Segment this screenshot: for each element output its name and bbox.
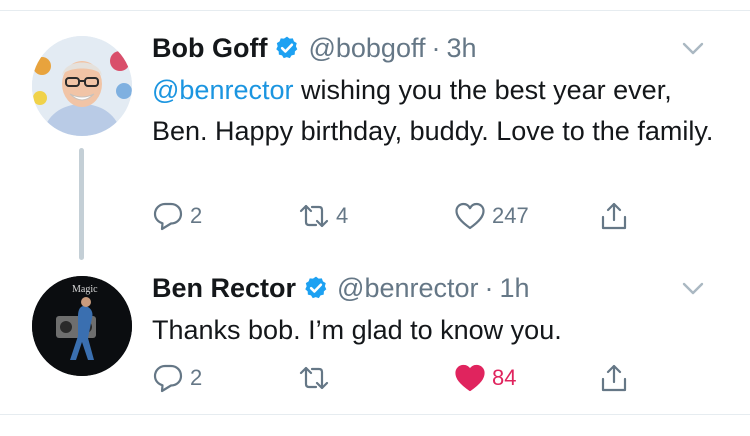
chevron-down-icon[interactable] [682,282,704,296]
timestamp[interactable]: 3h [446,33,476,64]
verified-badge-icon [305,276,327,299]
avatar-photo-icon [32,36,132,136]
action-bar: 2 4 247 [152,200,642,232]
author-handle[interactable]: @benrector [337,273,478,304]
thread-connector-line [79,148,84,260]
avatar-album-art-icon: Magic [32,276,132,376]
tweet-header: Bob Goff @bobgoff · 3h [152,28,732,68]
album-art-lettering: Magic [72,284,98,295]
tweet-header: Ben Rector @benrector · 1h [152,268,732,308]
retweet-count: 4 [336,203,349,228]
tweet-ben-rector[interactable]: Ben Rector @benrector · 1h Thanks bob. I… [152,268,732,393]
action-bar: 2 84 [152,362,642,394]
like-button[interactable]: 247 [454,200,529,232]
chevron-down-icon[interactable] [682,42,704,56]
retweet-button[interactable]: 4 [298,200,348,232]
author-handle[interactable]: @bobgoff [308,33,425,64]
like-button[interactable]: 84 [454,362,516,394]
heart-filled-icon [455,364,485,392]
tweet-bob-goff[interactable]: Bob Goff @bobgoff · 3h @benrector wishin… [152,28,732,231]
reply-button[interactable]: 2 [152,362,202,394]
share-icon [601,364,627,392]
like-count: 84 [492,365,517,390]
heart-icon [455,202,485,230]
reply-icon [153,202,183,231]
reply-count: 2 [190,203,203,228]
share-button[interactable] [598,200,630,232]
retweet-icon [299,366,329,390]
retweet-button[interactable] [298,362,336,394]
retweet-icon [299,204,329,228]
mention-link[interactable]: @benrector [152,75,293,105]
share-icon [601,202,627,230]
reply-count: 2 [190,365,203,390]
verified-badge-icon [276,36,298,59]
reply-button[interactable]: 2 [152,200,202,232]
share-button[interactable] [598,362,630,394]
separator-dot: · [431,32,441,63]
avatar-ben-rector[interactable]: Magic [32,276,132,376]
avatar-bob-goff[interactable] [32,36,132,136]
tweet-text: @benrector wishing you the best year eve… [152,70,732,152]
like-count: 247 [492,203,529,228]
reply-icon [153,364,183,393]
bottom-divider [0,414,750,415]
separator-dot: · [484,272,494,303]
author-name[interactable]: Ben Rector [152,273,296,304]
tweet-text: Thanks bob. I’m glad to know you. [152,315,562,345]
author-name[interactable]: Bob Goff [152,33,267,64]
top-divider [0,10,750,11]
timestamp[interactable]: 1h [500,273,530,304]
